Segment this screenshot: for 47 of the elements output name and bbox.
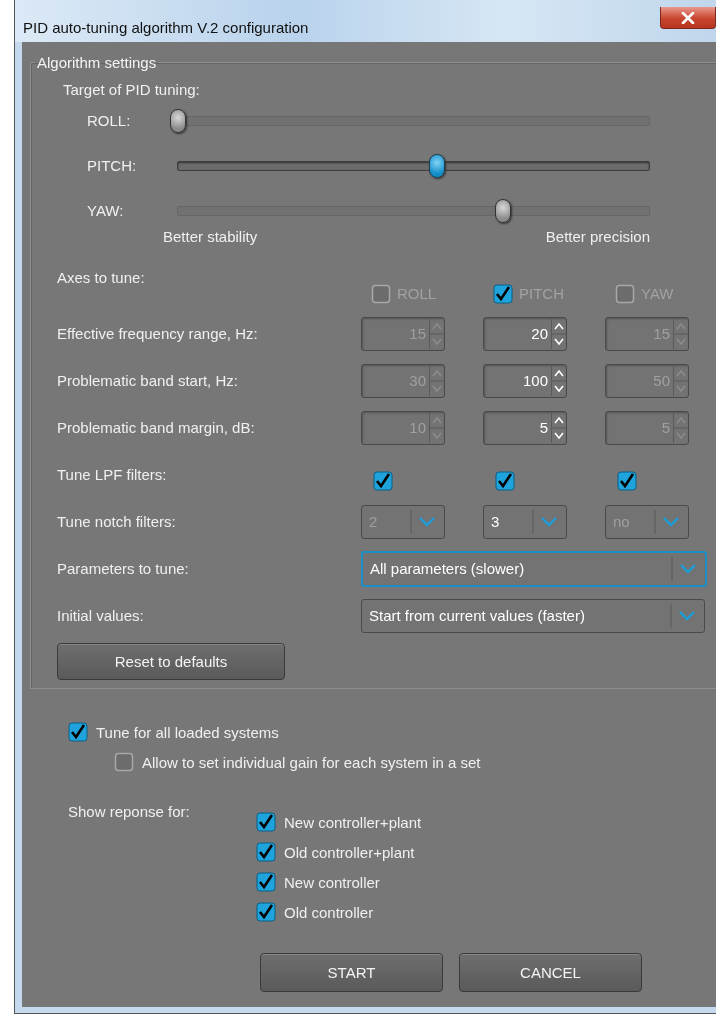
checkbox-label: New controller+plant: [284, 813, 422, 831]
scale-max-label: Better precision: [545, 228, 650, 245]
row-label: Parameters to tune:: [56, 560, 190, 577]
dropdown[interactable]: 3: [483, 504, 567, 539]
checkbox[interactable]: [373, 470, 393, 491]
row-label: Initial values:: [56, 607, 145, 624]
group-title: Algorithm settings: [36, 54, 158, 71]
spin-arrows-icon[interactable]: [551, 365, 566, 396]
checkbox[interactable]: [68, 722, 88, 742]
scale-min-label: Better stability: [163, 228, 258, 245]
row-label: Tune notch filters:: [56, 513, 177, 530]
checkbox[interactable]: [617, 470, 637, 491]
row-label: Effective frequency range, Hz:: [56, 325, 259, 342]
spin-arrows-icon[interactable]: [551, 318, 566, 349]
checkbox-label: Old controller: [284, 903, 374, 921]
row-label: Tune LPF filters:: [56, 466, 168, 483]
row-label: Show reponse for:: [68, 802, 191, 822]
checkbox[interactable]: [495, 470, 515, 491]
close-icon: [681, 11, 695, 24]
checkbox[interactable]: [114, 752, 134, 772]
spin-field[interactable]: 5: [483, 410, 567, 445]
row-label: Axes to tune:: [56, 268, 146, 286]
spin-field[interactable]: 100: [483, 363, 567, 398]
dropdown[interactable]: Start from current values (faster): [361, 598, 705, 633]
checkbox[interactable]: [256, 902, 276, 922]
dropdown[interactable]: All parameters (slower): [361, 550, 707, 587]
row-label: Problematic band margin, dB:: [56, 419, 256, 436]
slider-label: YAW:: [86, 202, 125, 219]
slider-label: PITCH:: [86, 157, 138, 174]
dialog-button[interactable]: START: [260, 953, 443, 992]
checkbox[interactable]: [256, 872, 276, 892]
spin-field[interactable]: 20: [483, 316, 567, 351]
checkbox-label: New controller: [284, 873, 380, 891]
slider-label: ROLL:: [86, 112, 132, 129]
close-button[interactable]: [660, 7, 716, 29]
window-title: PID auto-tuning algorithm V.2 configuration: [23, 17, 309, 36]
checkbox[interactable]: [256, 842, 276, 862]
reset-button[interactable]: Reset to defaults: [57, 643, 285, 680]
spin-arrows-icon[interactable]: [551, 412, 566, 443]
dialog-button[interactable]: CANCEL: [459, 953, 642, 992]
checkbox[interactable]: [256, 812, 276, 832]
target-label: Target of PID tuning:: [63, 81, 201, 98]
slider-thumb[interactable]: [429, 153, 446, 178]
row-label: Problematic band start, Hz:: [56, 372, 239, 389]
checkbox-label: Tune for all loaded systems: [96, 723, 279, 741]
checkbox-label: Allow to set individual gain for each system in a set: [142, 753, 481, 771]
checkbox-label: Old controller+plant: [284, 843, 415, 861]
